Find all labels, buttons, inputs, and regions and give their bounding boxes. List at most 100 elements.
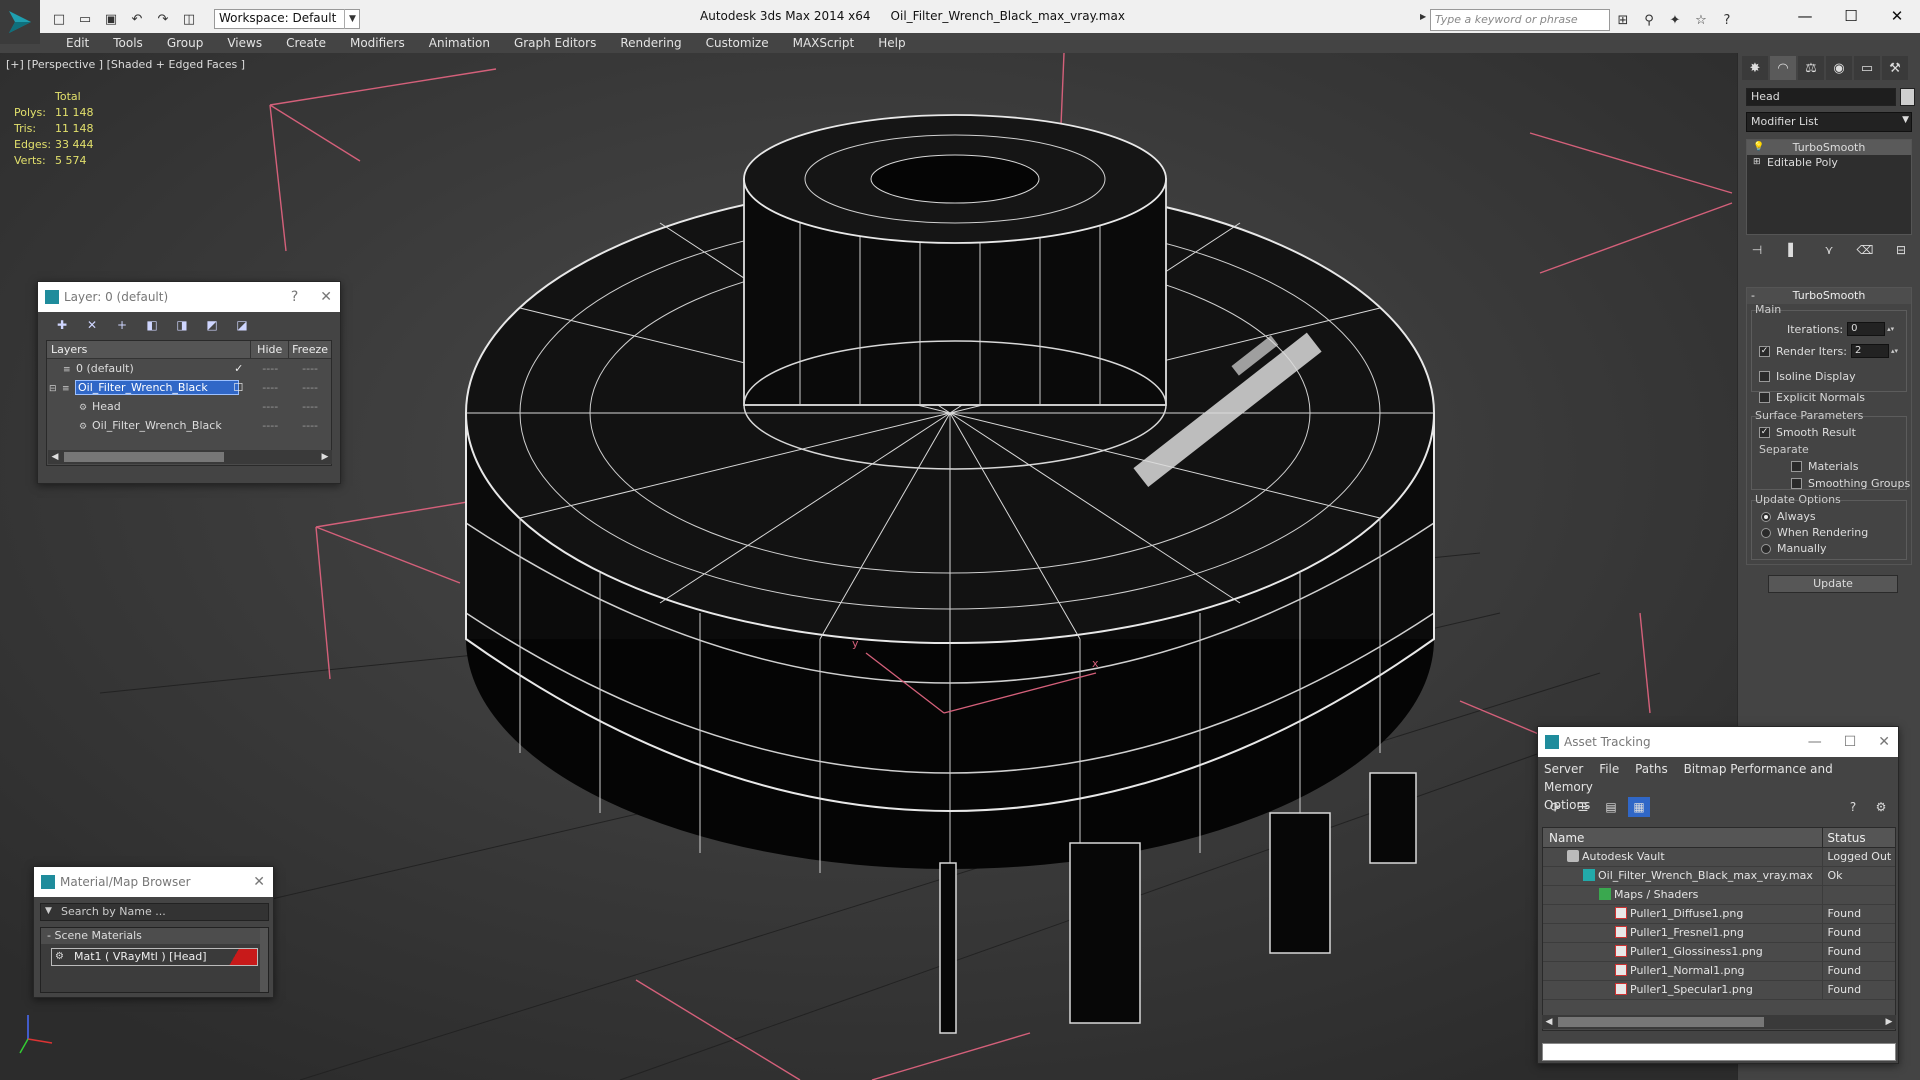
asset-row[interactable]: Puller1_Fresnel1.png Found <box>1543 924 1895 943</box>
open-file-icon[interactable]: ▭ <box>74 9 96 29</box>
close-icon[interactable]: ✕ <box>253 867 265 897</box>
menu-create[interactable]: Create <box>274 33 338 53</box>
maximize-icon[interactable]: ☐ <box>1844 727 1857 757</box>
binoculars-icon[interactable]: ⊞ <box>1612 9 1634 31</box>
highlight-layer-icon[interactable]: ◨ <box>170 316 194 334</box>
menu-file[interactable]: File <box>1599 762 1619 776</box>
always-radio[interactable] <box>1761 511 1771 522</box>
close-icon[interactable]: ✕ <box>1874 0 1920 32</box>
layer-horizontal-scrollbar[interactable]: ◀ ▶ <box>48 450 332 464</box>
table-view-icon[interactable]: ▦ <box>1628 797 1650 817</box>
minimize-icon[interactable]: — <box>1782 0 1828 32</box>
create-tab-icon[interactable]: ✸ <box>1742 56 1768 80</box>
utilities-tab-icon[interactable]: ⚒ <box>1882 56 1908 80</box>
help-icon[interactable]: ? <box>291 282 298 312</box>
iterations-spinner[interactable]: 0 <box>1847 322 1886 336</box>
layer-hide-toggle[interactable]: ---- <box>251 416 289 435</box>
collapse-minus-icon[interactable]: ⊟ <box>49 384 59 394</box>
menu-modifiers[interactable]: Modifiers <box>338 33 417 53</box>
modifier-list-dropdown[interactable]: Modifier List ▼ <box>1746 112 1912 132</box>
app-menu-button[interactable] <box>0 0 40 44</box>
col-status[interactable]: Status <box>1823 828 1895 847</box>
menu-group[interactable]: Group <box>155 33 216 53</box>
layer-freeze-toggle[interactable]: ---- <box>289 359 331 378</box>
material-search-input[interactable]: ▼ Search by Name ... <box>40 903 269 921</box>
object-name-field[interactable]: Head <box>1746 88 1896 106</box>
freeze-all-layers-icon[interactable]: ◪ <box>230 316 254 334</box>
list-view-icon[interactable]: ☰ <box>1572 797 1594 817</box>
render-iters-checkbox[interactable]: ✓ <box>1759 345 1770 357</box>
smooth-result-checkbox[interactable]: ✓ <box>1759 427 1770 438</box>
scroll-right-icon[interactable]: ▶ <box>318 450 332 464</box>
menu-server[interactable]: Server <box>1544 762 1583 776</box>
stack-item-editable-poly[interactable]: ⊞ Editable Poly <box>1747 155 1911 170</box>
asset-row[interactable]: Maps / Shaders <box>1543 886 1895 905</box>
scene-materials-group[interactable]: - Scene Materials <box>41 928 268 944</box>
refresh-icon[interactable]: ⟳ <box>1544 797 1566 817</box>
stack-item-turbosmooth[interactable]: 💡 TurboSmooth <box>1747 140 1911 155</box>
menu-maxscript[interactable]: MAXScript <box>781 33 867 53</box>
undo-icon[interactable]: ↶ <box>126 9 148 29</box>
hide-all-layers-icon[interactable]: ◩ <box>200 316 224 334</box>
asset-path-field[interactable] <box>1542 1043 1896 1061</box>
col-layers[interactable]: Layers <box>47 341 252 358</box>
col-hide[interactable]: Hide <box>251 341 290 358</box>
maximize-icon[interactable]: ☐ <box>1828 0 1874 32</box>
expand-plus-icon[interactable]: ⊞ <box>1753 157 1763 167</box>
render-iters-spinner[interactable]: 2 <box>1850 344 1889 358</box>
menu-tools[interactable]: Tools <box>101 33 155 53</box>
object-color-swatch[interactable] <box>1900 88 1915 106</box>
add-to-layer-icon[interactable]: + <box>110 316 134 334</box>
layer-row[interactable]: ⊟ ≡ Oil_Filter_Wrench_Black ☐ ---- ---- <box>47 378 331 397</box>
layer-row[interactable]: ⚙ Head ---- ---- <box>47 397 331 416</box>
tree-view-icon[interactable]: ▤ <box>1600 797 1622 817</box>
menu-paths[interactable]: Paths <box>1635 762 1668 776</box>
scroll-thumb[interactable] <box>64 452 224 462</box>
show-end-result-icon[interactable]: ▌ <box>1782 241 1804 259</box>
asset-row[interactable]: Puller1_Normal1.png Found <box>1543 962 1895 981</box>
layer-hide-toggle[interactable]: ---- <box>251 378 289 397</box>
menu-views[interactable]: Views <box>215 33 274 53</box>
connect-icon[interactable]: ✦ <box>1664 9 1686 31</box>
asset-row[interactable]: Puller1_Glossiness1.png Found <box>1543 943 1895 962</box>
configure-modifier-sets-icon[interactable]: ⊟ <box>1890 241 1912 259</box>
layer-window-titlebar[interactable]: Layer: 0 (default) ? ✕ <box>38 282 340 312</box>
turbosmooth-rollout-header[interactable]: - TurboSmooth <box>1747 288 1911 304</box>
asset-row[interactable]: Puller1_Specular1.png Found <box>1543 981 1895 1000</box>
spinner-arrows-icon[interactable]: ▴▾ <box>1891 347 1898 355</box>
asset-row[interactable]: Puller1_Diffuse1.png Found <box>1543 905 1895 924</box>
scroll-right-icon[interactable]: ▶ <box>1882 1015 1896 1029</box>
help-icon[interactable]: ? <box>1842 797 1864 817</box>
delete-layer-icon[interactable]: ✕ <box>80 316 104 334</box>
asset-row[interactable]: Oil_Filter_Wrench_Black_max_vray.max Ok <box>1543 867 1895 886</box>
chevron-down-icon[interactable]: ▼ <box>45 906 52 916</box>
favorites-star-icon[interactable]: ☆ <box>1690 9 1712 31</box>
menu-help[interactable]: Help <box>866 33 917 53</box>
settings-gear-icon[interactable]: ⚙ <box>1870 797 1892 817</box>
menu-rendering[interactable]: Rendering <box>608 33 693 53</box>
layer-row[interactable]: ⚙ Oil_Filter_Wrench_Black ---- ---- <box>47 416 331 435</box>
remove-modifier-icon[interactable]: ⌫ <box>1854 241 1876 259</box>
menu-graph-editors[interactable]: Graph Editors <box>502 33 608 53</box>
manually-radio[interactable] <box>1761 543 1771 554</box>
layer-freeze-toggle[interactable]: ---- <box>289 416 331 435</box>
display-tab-icon[interactable]: ▭ <box>1854 56 1880 80</box>
layer-hide-toggle[interactable]: ---- <box>251 359 289 378</box>
menu-edit[interactable]: Edit <box>54 33 101 53</box>
project-folder-icon[interactable]: ◫ <box>178 9 200 29</box>
col-freeze[interactable]: Freeze <box>289 341 331 358</box>
create-layer-icon[interactable]: ✚ <box>50 316 74 334</box>
asset-horizontal-scrollbar[interactable]: ◀ ▶ <box>1542 1015 1896 1029</box>
menu-bitmap-performance[interactable]: Bitmap Performance and Memory <box>1544 762 1833 794</box>
minimize-icon[interactable]: — <box>1808 727 1822 757</box>
layer-freeze-toggle[interactable]: ---- <box>289 397 331 416</box>
set-current-box-icon[interactable]: ☐ <box>233 378 243 397</box>
make-unique-icon[interactable]: ⋎ <box>1818 241 1840 259</box>
redo-icon[interactable]: ↷ <box>152 9 174 29</box>
modify-tab-icon[interactable]: ◠ <box>1770 56 1796 80</box>
close-icon[interactable]: ✕ <box>1878 727 1890 757</box>
search-expand-icon[interactable]: ▶ <box>1420 12 1430 28</box>
isoline-checkbox[interactable] <box>1759 371 1770 382</box>
asset-tracking-titlebar[interactable]: Asset Tracking — ☐ ✕ <box>1538 727 1898 757</box>
new-file-icon[interactable]: □ <box>48 9 70 29</box>
